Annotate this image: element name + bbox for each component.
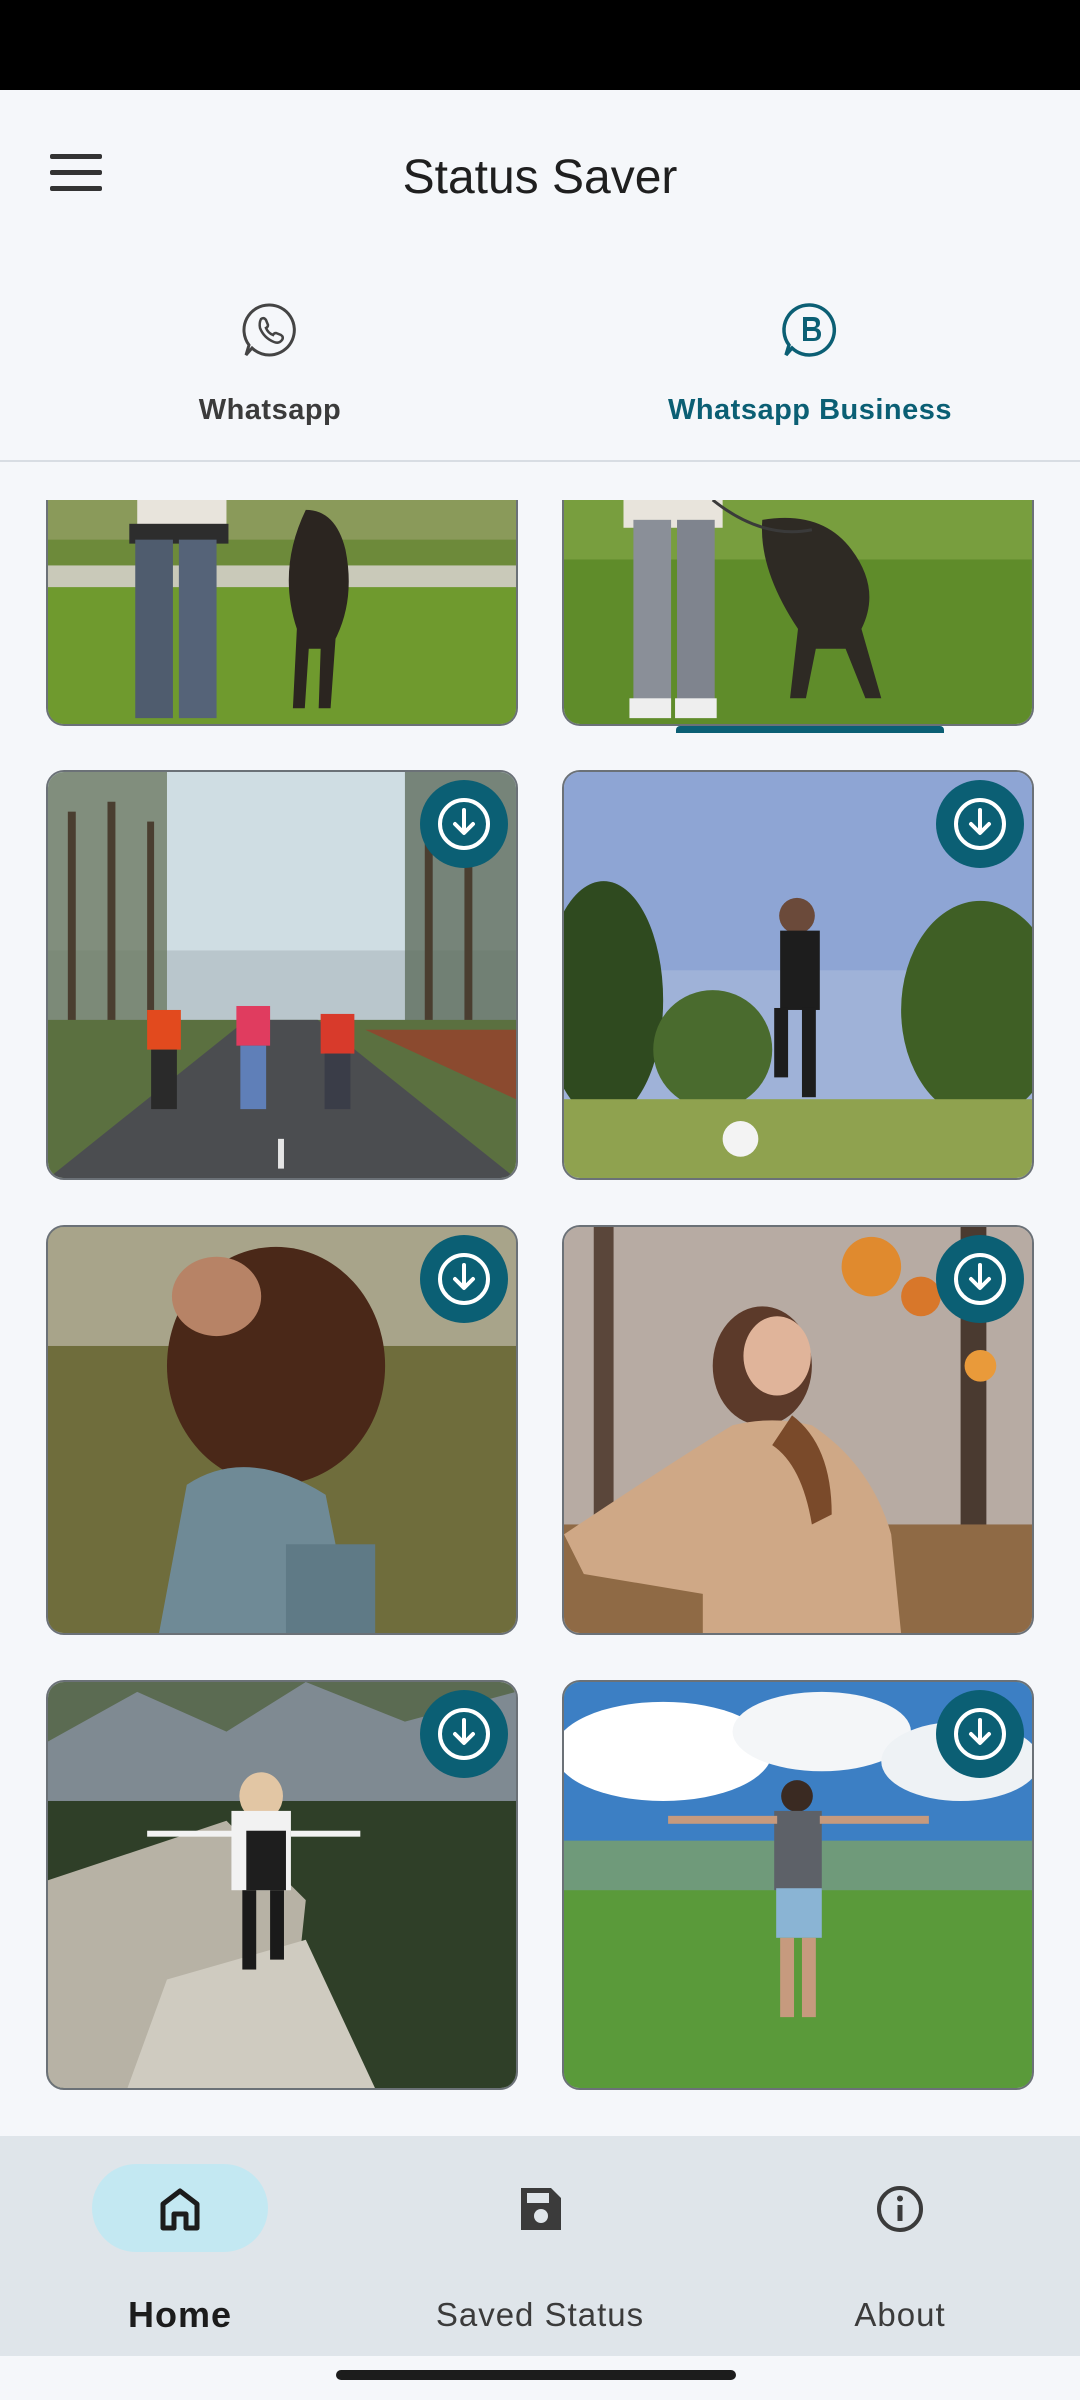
tab-whatsapp-label: Whatsapp: [198, 394, 342, 426]
download-button[interactable]: [936, 780, 1024, 868]
download-icon: [954, 798, 1006, 850]
gesture-nav-area: [0, 2356, 1080, 2400]
app-title: Status Saver: [402, 151, 678, 204]
tab-whatsapp-business-label: Whatsapp Business: [667, 394, 953, 426]
app-bar: Status Saver: [0, 90, 1080, 270]
nav-about-label: About: [854, 2296, 946, 2333]
gesture-handle[interactable]: [336, 2370, 736, 2380]
nav-home-label: Home: [127, 2294, 233, 2335]
tab-whatsapp[interactable]: Whatsapp: [0, 270, 540, 460]
nav-about[interactable]: About: [720, 2136, 1080, 2356]
system-status-bar: [0, 0, 1080, 90]
download-icon: [438, 1708, 490, 1760]
nav-saved-status-label: Saved Status: [435, 2296, 645, 2333]
status-thumbnail-man-and-dog: [564, 500, 1032, 724]
save-icon: [521, 2188, 561, 2230]
status-card[interactable]: [46, 1225, 518, 1635]
tab-bar: Whatsapp Whatsapp Business: [0, 270, 1080, 733]
status-grid[interactable]: [0, 500, 1080, 2136]
download-icon: [438, 1253, 490, 1305]
download-icon: [954, 1708, 1006, 1760]
download-button[interactable]: [420, 1235, 508, 1323]
nav-saved-status[interactable]: Saved Status: [360, 2136, 720, 2356]
status-card[interactable]: [562, 500, 1034, 726]
info-icon: [877, 2186, 923, 2232]
status-thumbnail-man-and-dog: [48, 500, 516, 724]
status-card[interactable]: [46, 770, 518, 1180]
status-card[interactable]: [46, 1680, 518, 2090]
whatsapp-icon: [242, 303, 296, 357]
download-button[interactable]: [420, 780, 508, 868]
status-card[interactable]: [562, 770, 1034, 1180]
whatsapp-business-icon: [782, 303, 837, 357]
tab-whatsapp-business[interactable]: Whatsapp Business: [540, 270, 1080, 460]
download-icon: [438, 798, 490, 850]
download-button[interactable]: [936, 1690, 1024, 1778]
download-button[interactable]: [936, 1235, 1024, 1323]
download-button[interactable]: [420, 1690, 508, 1778]
download-icon: [954, 1253, 1006, 1305]
home-icon: [160, 2188, 200, 2231]
status-card[interactable]: [562, 1225, 1034, 1635]
status-card[interactable]: [562, 1680, 1034, 2090]
nav-home[interactable]: Home: [0, 2136, 360, 2356]
bottom-navigation: Home Saved Status About: [0, 2136, 1080, 2356]
status-card[interactable]: [46, 500, 518, 726]
